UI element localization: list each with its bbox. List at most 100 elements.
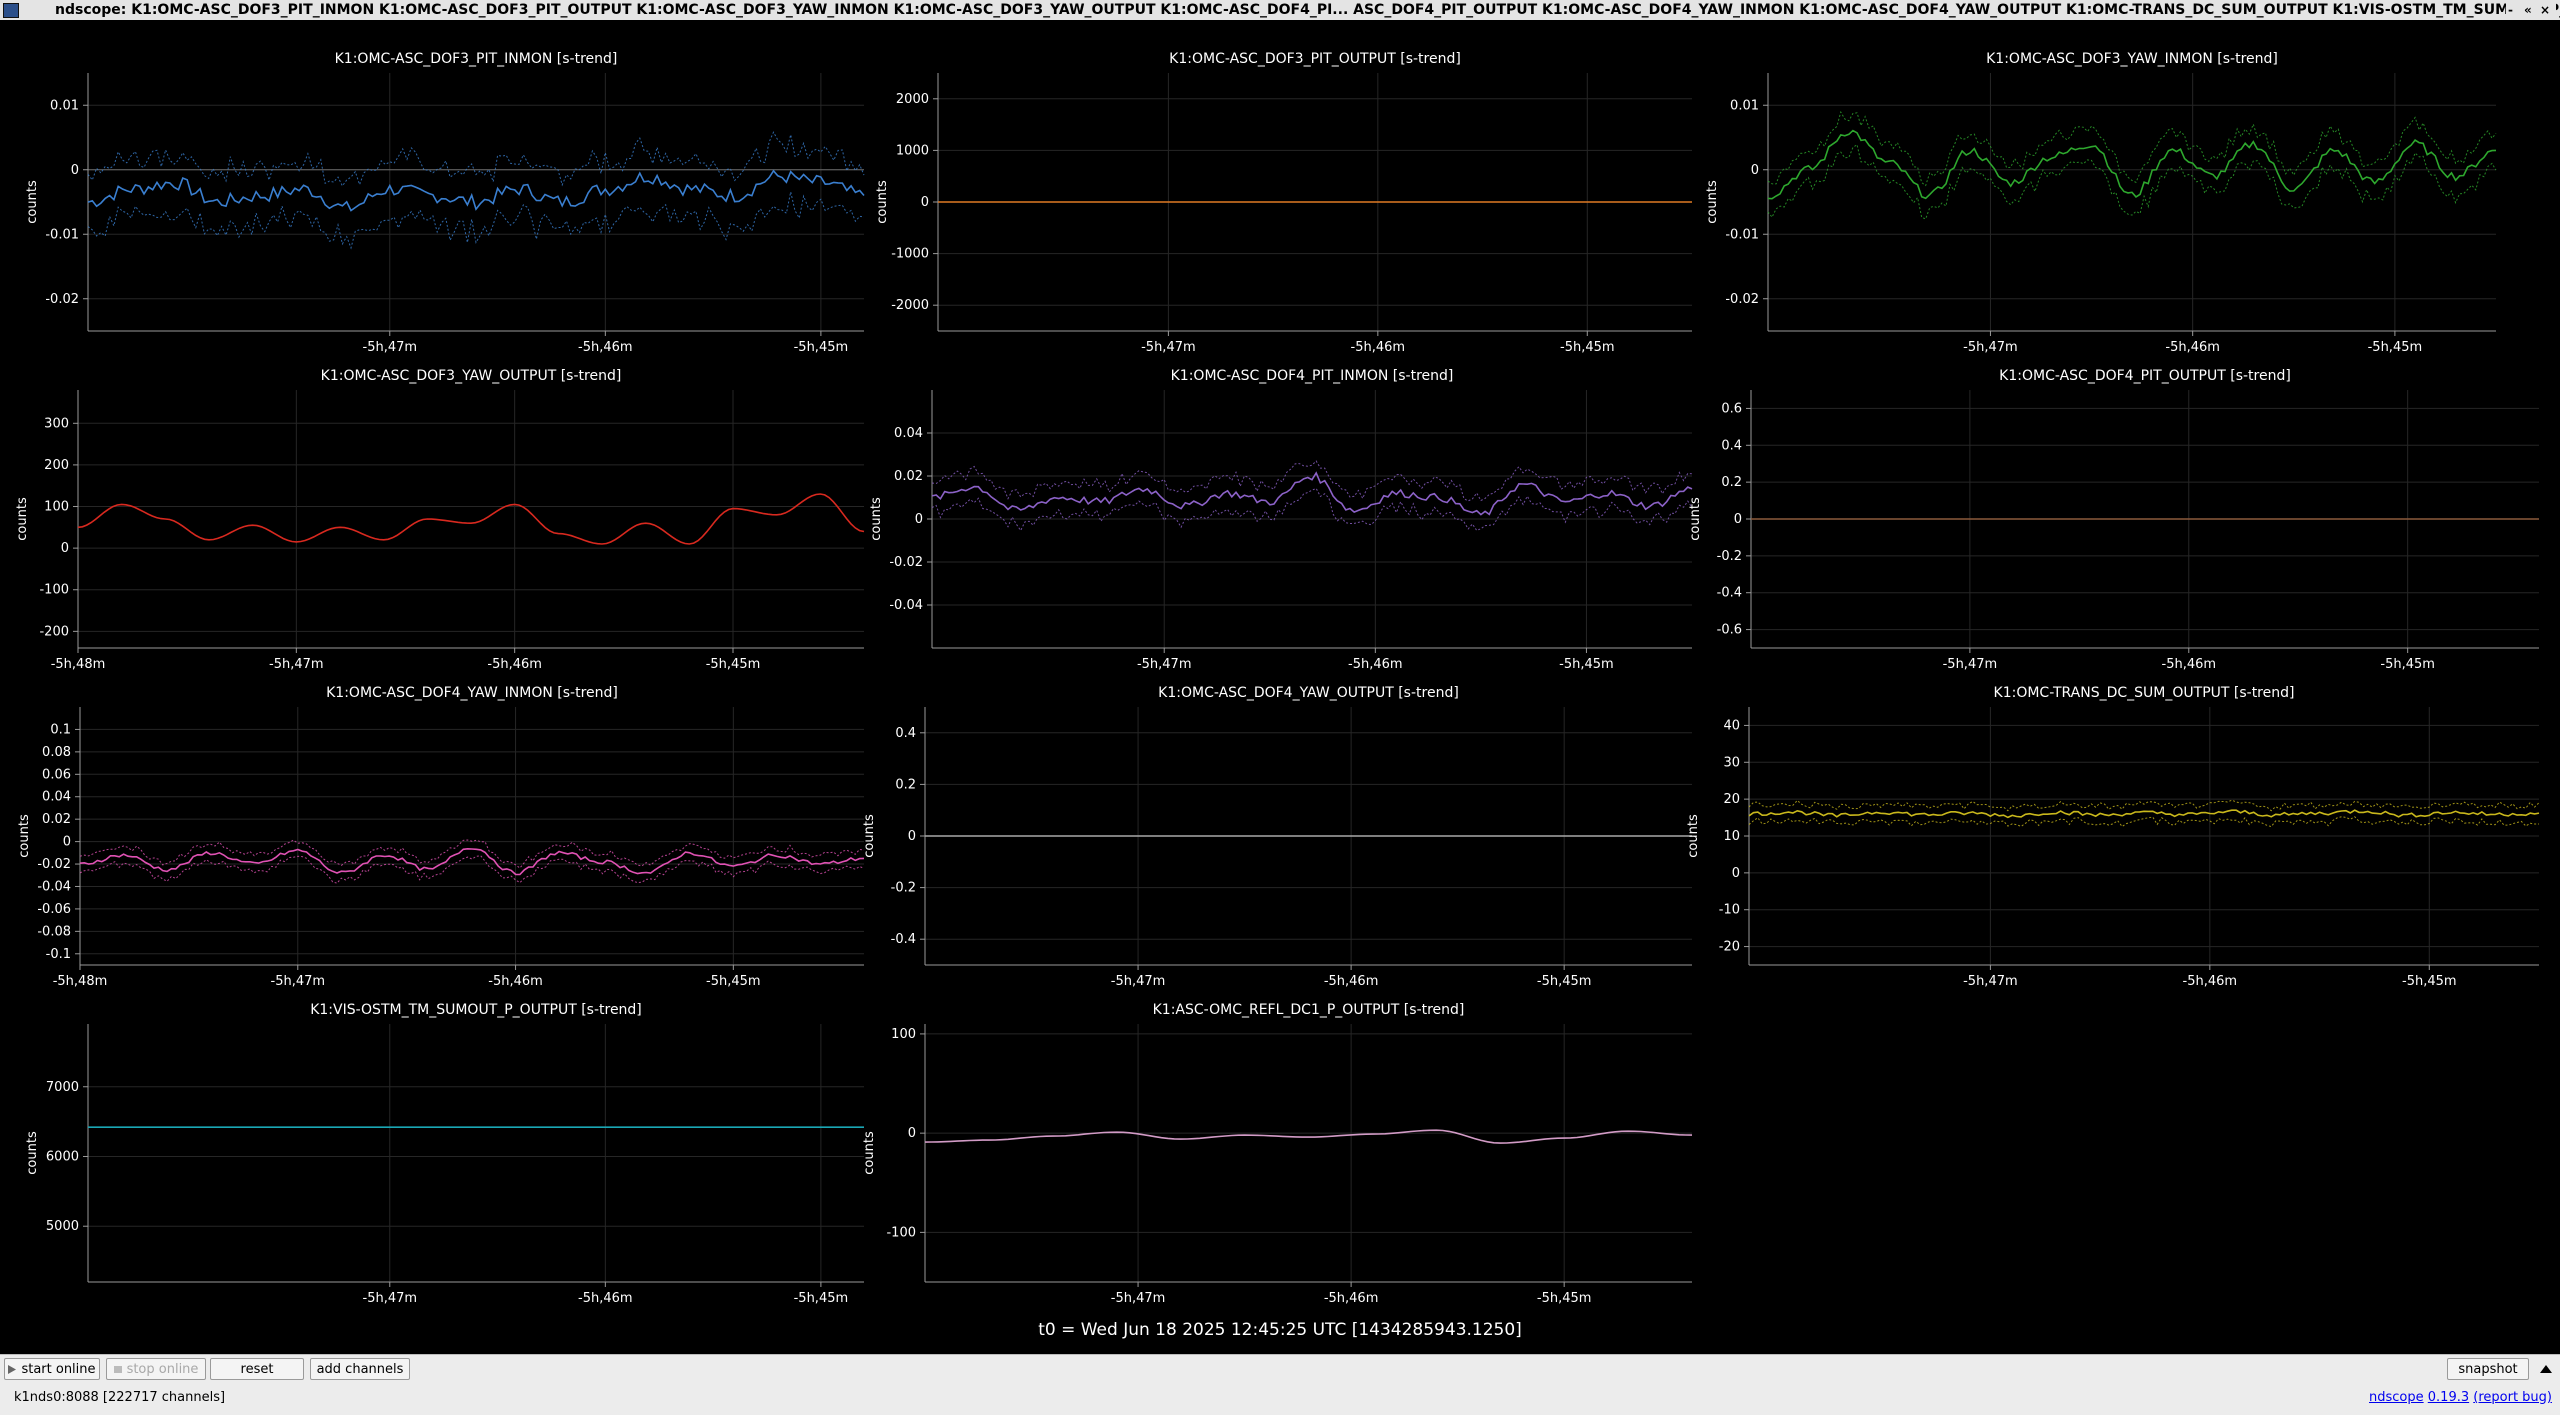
plot-6-xtick-label: -5h,47m: [1943, 657, 1998, 672]
plot-4-xtick-label: -5h,47m: [269, 657, 324, 672]
plot-3-xtick-label: -5h,45m: [2368, 340, 2423, 355]
plot-1-ytick-label: 0: [71, 163, 79, 178]
plot-4-ytick-label: 100: [44, 500, 69, 515]
plot-3-ytick-label: -0.01: [1725, 227, 1759, 242]
plot-6-ytick-label: -0.6: [1717, 623, 1742, 638]
plot-5-xtick-label: -5h,47m: [1137, 657, 1192, 672]
plot-10-xtick-label: -5h,45m: [794, 1291, 849, 1306]
plot-4-ytick-label: 300: [44, 416, 69, 431]
stop-online-button[interactable]: stop online: [106, 1358, 206, 1380]
play-icon: [8, 1360, 17, 1374]
plot-6-ytick-label: 0.4: [1721, 438, 1742, 453]
plot-6-title: K1:OMC-ASC_DOF4_PIT_OUTPUT [s-trend]: [1999, 368, 2291, 384]
plot-4-title: K1:OMC-ASC_DOF3_YAW_OUTPUT [s-trend]: [321, 368, 622, 384]
report-bug-link[interactable]: (report bug): [2473, 1390, 2552, 1405]
server-status: k1nds0:8088 [222717 channels]: [14, 1390, 226, 1405]
plot-2-xtick-label: -5h,47m: [1141, 340, 1196, 355]
plot-11-ytick-label: 100: [891, 1027, 916, 1042]
start-online-label: start online: [21, 1362, 96, 1377]
stop-online-label: stop online: [126, 1362, 199, 1377]
minimize-button[interactable]: -: [2508, 0, 2513, 20]
plot-7-ytick-label: 0.04: [42, 790, 71, 805]
plot-8-ytick-label: 0: [908, 829, 916, 844]
plot-5-ytick-label: 0.04: [894, 426, 923, 441]
plot-2-title: K1:OMC-ASC_DOF3_PIT_OUTPUT [s-trend]: [1169, 51, 1461, 67]
plot-7-title: K1:OMC-ASC_DOF4_YAW_INMON [s-trend]: [326, 685, 618, 701]
plot-5-mean-trace: [931, 471, 1693, 516]
plot-9-xtick-label: -5h,47m: [1963, 974, 2018, 989]
plot-1-ylabel: counts: [25, 180, 40, 224]
plot-4-xtick-label: -5h,45m: [706, 657, 761, 672]
plot-1-xtick-label: -5h,46m: [578, 340, 633, 355]
plot-9-mean-trace: [1748, 809, 2540, 819]
plot-4-xtick-label: -5h,46m: [487, 657, 542, 672]
start-online-button[interactable]: start online: [4, 1358, 100, 1380]
plot-1-xtick-label: -5h,45m: [794, 340, 849, 355]
plot-4-ytick-label: -100: [39, 583, 69, 598]
window-title: ndscope: K1:OMC-ASC_DOF3_PIT_INMON K1:OM…: [55, 2, 2560, 18]
plot-11-xtick-label: -5h,47m: [1111, 1291, 1166, 1306]
plot-9-title: K1:OMC-TRANS_DC_SUM_OUTPUT [s-trend]: [1994, 685, 2295, 701]
plot-4-mean-trace: [77, 493, 865, 545]
plot-7-ylabel: counts: [17, 814, 32, 858]
plot-5-title: K1:OMC-ASC_DOF4_PIT_INMON [s-trend]: [1171, 368, 1454, 384]
plot-7-mean-trace: [79, 847, 865, 876]
stop-icon: [113, 1360, 122, 1373]
plot-9-ytick-label: 40: [1723, 718, 1740, 733]
plot-9-ytick-label: 20: [1723, 792, 1740, 807]
plot-7-ytick-label: 0.02: [42, 812, 71, 827]
plot-11-title: K1:ASC-OMC_REFL_DC1_P_OUTPUT [s-trend]: [1153, 1002, 1465, 1018]
plot-9-ylabel: counts: [1686, 814, 1701, 858]
plot-6-ytick-label: 0: [1734, 512, 1742, 527]
version-info: ndscope 0.19.3 (report bug): [2369, 1390, 2552, 1405]
plot-4-ytick-label: -200: [39, 624, 69, 639]
plot-5-xtick-label: -5h,45m: [1559, 657, 1614, 672]
plot-7-ytick-label: 0.1: [50, 722, 71, 737]
plot-2-ytick-label: 1000: [896, 143, 929, 158]
plot-9-max-trace: [1748, 799, 2540, 812]
add-channels-button[interactable]: add channels: [310, 1358, 410, 1380]
plot-9-xtick-label: -5h,46m: [2183, 974, 2238, 989]
plot-1-title: K1:OMC-ASC_DOF3_PIT_INMON [s-trend]: [335, 51, 618, 67]
plot-3-ytick-label: 0.01: [1730, 98, 1759, 113]
plot-6-ytick-label: 0.2: [1721, 475, 1742, 490]
plot-3-min-trace: [1767, 143, 2497, 220]
plot-7-xtick-label: -5h,45m: [706, 974, 761, 989]
window-title-bar: ndscope: K1:OMC-ASC_DOF3_PIT_INMON K1:OM…: [0, 0, 2560, 20]
plot-1-xtick-label: -5h,47m: [363, 340, 418, 355]
plot-7-ytick-label: -0.04: [37, 879, 71, 894]
version-link[interactable]: 0.19.3: [2428, 1390, 2469, 1405]
plot-9-ytick-label: 0: [1732, 866, 1740, 881]
plot-11-xtick-label: -5h,45m: [1537, 1291, 1592, 1306]
app-menu-icon[interactable]: [3, 3, 19, 18]
close-button[interactable]: ×: [2540, 0, 2550, 20]
plot-2-ytick-label: -2000: [891, 298, 929, 313]
plot-4-ytick-label: 0: [61, 541, 69, 556]
plot-11-xtick-label: -5h,46m: [1324, 1291, 1379, 1306]
plot-5-max-trace: [931, 460, 1693, 502]
snapshot-button[interactable]: snapshot: [2447, 1358, 2529, 1380]
reset-button[interactable]: reset: [210, 1358, 304, 1380]
plot-11-mean-trace: [924, 1129, 1693, 1144]
app-name-link[interactable]: ndscope: [2369, 1390, 2424, 1405]
plot-3-ytick-label: 0: [1751, 163, 1759, 178]
plot-8-xtick-label: -5h,46m: [1324, 974, 1379, 989]
plot-5-ytick-label: 0: [915, 512, 923, 527]
plot-3-ylabel: counts: [1705, 180, 1720, 224]
plot-7-ytick-label: 0: [63, 835, 71, 850]
plot-5-ytick-label: 0.02: [894, 469, 923, 484]
plot-6-ylabel: counts: [1688, 497, 1703, 541]
plot-3-title: K1:OMC-ASC_DOF3_YAW_INMON [s-trend]: [1986, 51, 2278, 67]
plot-1-ytick-label: -0.02: [45, 292, 79, 307]
plot-4-xtick-label: -5h,48m: [51, 657, 106, 672]
plot-10-ylabel: counts: [25, 1131, 40, 1175]
plot-1-ytick-label: 0.01: [50, 98, 79, 113]
collapse-arrow-icon[interactable]: [2540, 1365, 2552, 1373]
plot-1-mean-trace: [87, 169, 865, 212]
maximize-button[interactable]: «: [2524, 0, 2532, 20]
bottom-toolbar: start online stop online reset add chann…: [0, 1354, 2560, 1415]
plot-3-xtick-label: -5h,46m: [2165, 340, 2220, 355]
plot-9-ytick-label: 10: [1723, 829, 1740, 844]
plot-10-ytick-label: 7000: [46, 1080, 79, 1095]
plot-7-xtick-label: -5h,48m: [53, 974, 108, 989]
